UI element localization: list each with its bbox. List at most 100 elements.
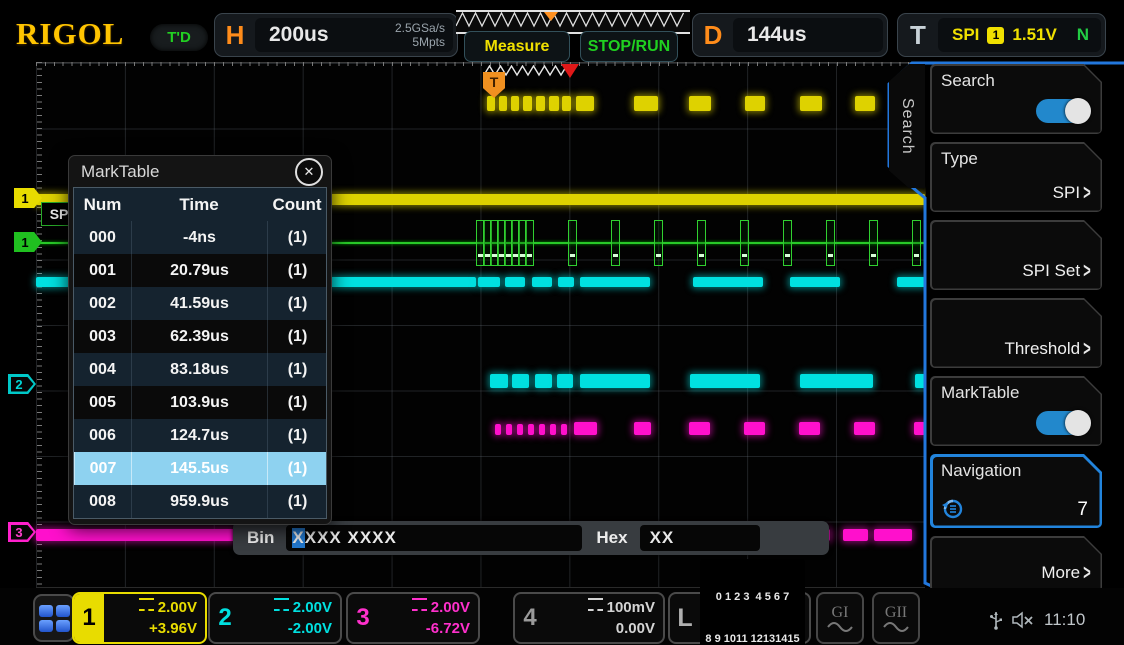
ch1-burst-segment bbox=[499, 96, 507, 111]
bin-value-field[interactable]: XXXX XXXX bbox=[286, 525, 582, 551]
ch3-trace-segment bbox=[799, 422, 820, 435]
hex-value: XX bbox=[650, 528, 675, 548]
marktable-cell-time: 83.18us bbox=[131, 353, 267, 386]
navigation-label: Navigation bbox=[941, 461, 1021, 481]
ch3-trace-segment bbox=[854, 422, 875, 435]
ch1-burst-segment bbox=[689, 96, 711, 111]
ch3-trace-dash bbox=[506, 424, 512, 435]
channel-2-box[interactable]: 2 2.00V-2.00V bbox=[208, 592, 342, 644]
marktable-row[interactable]: 00362.39us(1) bbox=[74, 320, 326, 353]
channel-2-scale: 2.00V bbox=[293, 599, 332, 616]
search-toggle[interactable] bbox=[1036, 99, 1090, 123]
marktable-cell-time: 145.5us bbox=[131, 452, 267, 485]
measure-button[interactable]: Measure bbox=[464, 31, 570, 62]
channel-3-offset: -6.72V bbox=[426, 620, 470, 637]
marktable-cell-count: (1) bbox=[267, 452, 327, 485]
timebase-value: 200us bbox=[255, 23, 395, 47]
channel-4-box[interactable]: 4 100mV0.00V bbox=[513, 592, 665, 644]
trigger-source-badge: 1 bbox=[987, 27, 1004, 44]
ch1-burst-segment bbox=[800, 96, 822, 111]
search-event-marker bbox=[568, 220, 577, 266]
sidebar-item-search[interactable]: Search bbox=[930, 64, 1102, 134]
marktable-cell-time: 41.59us bbox=[131, 287, 267, 320]
marktable-row[interactable]: 00120.79us(1) bbox=[74, 254, 326, 287]
ch1-burst-segment bbox=[634, 96, 658, 111]
channel-3-scale: 2.00V bbox=[431, 599, 470, 616]
dc-coupling-icon bbox=[139, 598, 154, 611]
memory-depth: 5Mpts bbox=[395, 35, 445, 49]
marktable-row[interactable]: 00241.59us(1) bbox=[74, 287, 326, 320]
generator-2-button[interactable]: GII bbox=[872, 592, 920, 644]
ch2-trace-segment bbox=[490, 374, 508, 388]
sample-rate: 2.5GSa/s bbox=[395, 21, 445, 35]
horizontal-timebase-box[interactable]: H 200us 2.5GSa/s 5Mpts bbox=[214, 13, 458, 57]
trigger-level: 1.51V bbox=[1012, 25, 1056, 45]
marktable-header-row: Num Time Count bbox=[74, 188, 326, 221]
channel-4-number: 4 bbox=[515, 594, 545, 642]
marktable-row[interactable]: 008959.9us(1) bbox=[74, 485, 326, 518]
menu-button[interactable] bbox=[33, 594, 75, 642]
chevron-right-icon: > bbox=[1083, 337, 1090, 362]
marktable-cell-count: (1) bbox=[267, 287, 327, 320]
h-label: H bbox=[215, 20, 255, 51]
ch1-burst-segment bbox=[511, 96, 519, 111]
marktable-cell-count: (1) bbox=[267, 485, 327, 518]
ch2-trace-segment bbox=[532, 277, 552, 287]
marktable-cell-num: 006 bbox=[74, 419, 131, 452]
marktable-row[interactable]: 007145.5us(1) bbox=[74, 452, 326, 485]
sidebar-item-threshold[interactable]: Threshold> bbox=[930, 298, 1102, 368]
bin-value: XXX XXXX bbox=[305, 528, 397, 548]
decode-value-bar: Bin XXXX XXXX Hex XX bbox=[233, 521, 829, 555]
channel-2-offset: -2.00V bbox=[288, 620, 332, 637]
ch2-trace-segment bbox=[580, 374, 650, 388]
close-icon[interactable]: ✕ bbox=[295, 158, 323, 186]
marktable-row[interactable]: 006124.7us(1) bbox=[74, 419, 326, 452]
marktable-cell-time: 959.9us bbox=[131, 485, 267, 518]
sidebar-item-type[interactable]: Type SPI> bbox=[930, 142, 1102, 212]
channel-3-box[interactable]: 3 2.00V-6.72V bbox=[346, 592, 480, 644]
dc-coupling-icon bbox=[588, 598, 603, 611]
ch2-trace-segment bbox=[693, 277, 763, 287]
channel-1-scale: 2.00V bbox=[158, 599, 197, 616]
navigation-value: 7 bbox=[1077, 499, 1088, 521]
chevron-right-icon: > bbox=[1083, 259, 1090, 284]
marktable-row[interactable]: 005103.9us(1) bbox=[74, 386, 326, 419]
search-event-marker bbox=[826, 220, 835, 266]
ch3-trace-segment bbox=[574, 422, 597, 435]
sidebar-item-spi-set[interactable]: SPI Set> bbox=[930, 220, 1102, 290]
delay-box[interactable]: D 144us bbox=[692, 13, 888, 57]
sidebar-item-navigation[interactable]: Navigation 7 bbox=[930, 454, 1102, 528]
trigger-box[interactable]: T SPI 1 1.51V N bbox=[897, 13, 1106, 57]
sidebar-item-marktable[interactable]: MarkTable bbox=[930, 376, 1102, 446]
clock: 11:10 bbox=[1044, 610, 1085, 630]
marktable-title: MarkTable bbox=[81, 162, 295, 182]
memory-position-marker-icon[interactable] bbox=[544, 12, 558, 21]
channel-4-offset: 0.00V bbox=[616, 620, 655, 637]
stop-run-button[interactable]: STOP/RUN bbox=[580, 31, 678, 62]
marktable-toggle[interactable] bbox=[1036, 411, 1090, 435]
logic-analyzer-box[interactable]: L 0 1 2 3 4 5 6 7 8 9 1011 12131415 bbox=[668, 592, 811, 644]
trigger-status-badge: T'D bbox=[150, 24, 208, 51]
sidebar-item-more[interactable]: More> bbox=[930, 536, 1102, 592]
marktable-cell-num: 000 bbox=[74, 221, 131, 254]
generator-1-button[interactable]: GI bbox=[816, 592, 864, 644]
marktable-row[interactable]: 00483.18us(1) bbox=[74, 353, 326, 386]
marktable-row[interactable]: 000-4ns(1) bbox=[74, 221, 326, 254]
type-label: Type bbox=[941, 149, 978, 169]
trigger-slope: N bbox=[1077, 25, 1089, 45]
ch2-trace-segment bbox=[690, 374, 760, 388]
logic-label: L bbox=[670, 604, 700, 633]
column-header-num: Num bbox=[74, 188, 131, 221]
channel-1-box[interactable]: 1 2.00V+3.96V bbox=[72, 592, 207, 644]
marktable-cell-time: 62.39us bbox=[131, 320, 267, 353]
sidebar-tab-search[interactable]: Search bbox=[889, 64, 925, 188]
ch2-trace-segment bbox=[580, 277, 650, 287]
ch2-trace-segment bbox=[535, 374, 552, 388]
hex-value-field[interactable]: XX bbox=[640, 525, 760, 551]
marktable-titlebar[interactable]: MarkTable ✕ bbox=[69, 156, 331, 187]
ch1-burst-segment bbox=[523, 96, 532, 111]
marktable-cell-count: (1) bbox=[267, 353, 327, 386]
trigger-delay-marker-icon[interactable] bbox=[561, 64, 579, 78]
channel-1-number: 1 bbox=[74, 594, 104, 642]
ch1-burst-segment bbox=[576, 96, 594, 111]
